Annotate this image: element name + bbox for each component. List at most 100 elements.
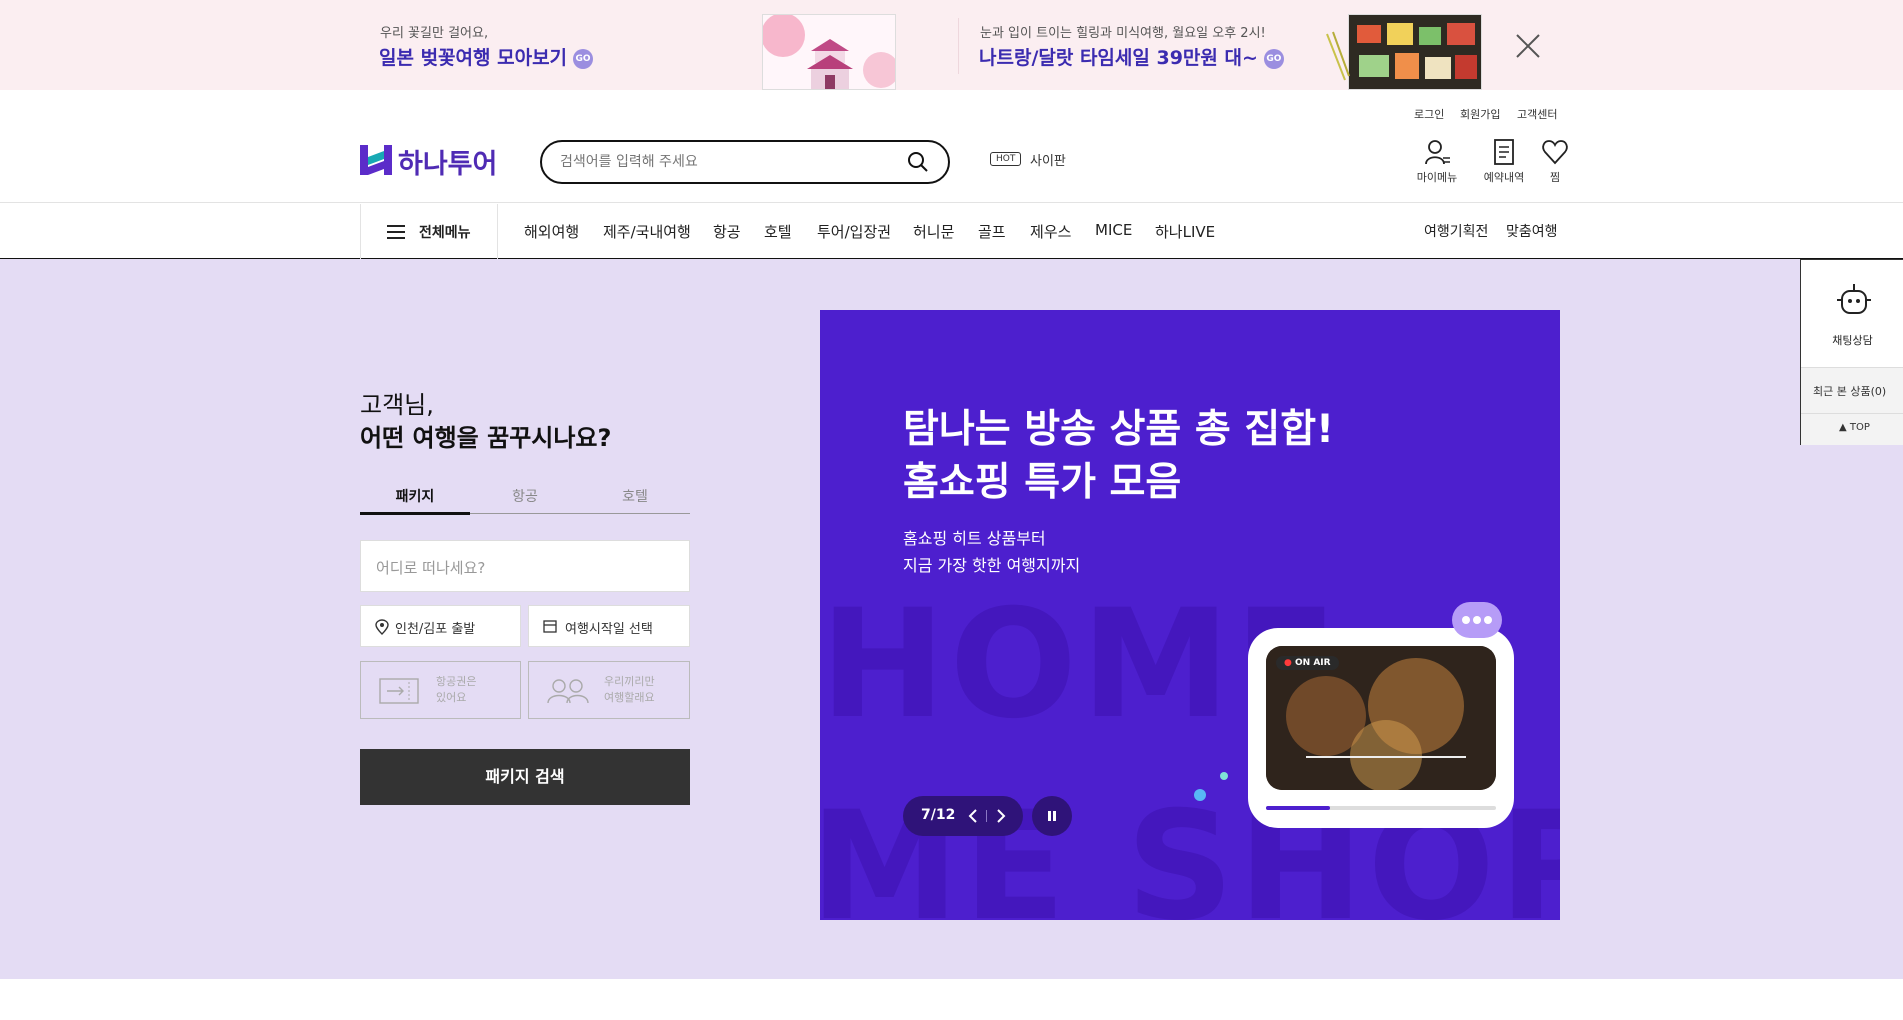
option-have-ticket[interactable]: 항공권은 있어요 — [360, 661, 521, 719]
nav-honeymoon[interactable]: 허니문 — [913, 221, 954, 242]
hero-slide[interactable]: HOME ME SHOPP 탐나는 방송 상품 총 집합! 홈쇼핑 특가 모음 … — [820, 310, 1560, 920]
nav-exhibition[interactable]: 여행기획전 — [1424, 221, 1488, 241]
leaf-decoration-icon — [1326, 31, 1350, 81]
nav-overseas[interactable]: 해외여행 — [524, 221, 579, 242]
promo-left-image[interactable] — [762, 14, 896, 90]
destination-placeholder: 어디로 떠나세요? — [376, 559, 486, 577]
calendar-icon — [543, 620, 557, 633]
nav-hana-live[interactable]: 하나LIVE — [1155, 221, 1215, 242]
login-link[interactable]: 로그인 — [1414, 106, 1444, 122]
castle-image — [763, 15, 895, 89]
option-have-ticket-label: 항공권은 있어요 — [436, 674, 476, 706]
option-private-trip-label-line1: 우리끼리만 — [604, 675, 655, 688]
wishlist-label: 찜 — [1549, 171, 1561, 184]
option-private-trip-label: 우리끼리만 여행할래요 — [604, 674, 655, 706]
all-menu-button[interactable]: 전체메뉴 — [360, 204, 498, 259]
greeting-line-2: 어떤 여행을 꿈꾸시나요? — [360, 424, 612, 452]
ticket-icon — [379, 678, 419, 704]
page-root: 우리 꽃길만 걸어요, 일본 벚꽃여행 모아보기 GO 눈과 입이 트이는 힐링과… — [0, 0, 1903, 1020]
tv-screen: ● ON AIR — [1266, 646, 1496, 790]
date-select[interactable]: 여행시작일 선택 — [528, 605, 690, 647]
nav-golf[interactable]: 골프 — [978, 221, 1006, 242]
nav-custom-travel[interactable]: 맞춤여행 — [1506, 221, 1558, 241]
chat-consult-button[interactable]: 채팅상담 — [1801, 260, 1903, 368]
promo-left-title: 일본 벚꽃여행 모아보기 — [379, 47, 568, 69]
pause-icon — [1048, 811, 1056, 821]
tv-progress-fill — [1266, 806, 1331, 810]
promo-left-link[interactable]: 일본 벚꽃여행 모아보기 GO — [379, 43, 594, 70]
departure-label: 인천/김포 출발 — [395, 622, 476, 637]
date-label: 여행시작일 선택 — [565, 622, 653, 637]
option-private-trip-label-line2: 여행할래요 — [604, 691, 655, 704]
pager-divider — [986, 810, 987, 822]
tab-air[interactable]: 항공 — [470, 486, 580, 506]
nav-mice[interactable]: MICE — [1095, 221, 1132, 239]
recent-products-button[interactable]: 최근 본 상품(0) — [1801, 368, 1903, 414]
slide-headline-1: 탐나는 방송 상품 총 집합! — [903, 407, 1334, 452]
option-private-trip[interactable]: 우리끼리만 여행할래요 — [528, 661, 690, 719]
food-image — [1349, 15, 1481, 89]
document-icon — [1494, 139, 1514, 165]
promo-right-image[interactable] — [1348, 14, 1482, 90]
search-icon[interactable] — [907, 151, 929, 173]
heart-icon — [1542, 140, 1568, 165]
promo-divider — [958, 18, 959, 74]
main-nav: 전체메뉴 해외여행 제주/국내여행 항공 호텔 투어/입장권 허니문 골프 제우… — [0, 204, 1903, 259]
destination-field[interactable]: 어디로 떠나세요? — [360, 540, 690, 592]
package-search-button[interactable]: 패키지 검색 — [360, 749, 690, 805]
pause-button[interactable] — [1032, 796, 1072, 836]
nav-jeju-domestic[interactable]: 제주/국내여행 — [603, 221, 691, 242]
pager-count: 7/12 — [921, 807, 956, 823]
tv-illustration: ● ON AIR — [1248, 628, 1514, 828]
header-search-input[interactable] — [560, 152, 890, 172]
caret-up-icon: ▲ — [1839, 422, 1847, 433]
slide-sub-2: 지금 가장 핫한 여행지까지 — [903, 556, 1081, 575]
mymenu-button[interactable]: 마이메뉴 — [1407, 138, 1467, 185]
option-have-ticket-label-line2: 있어요 — [436, 691, 467, 704]
side-widget: 채팅상담 최근 본 상품(0) ▲ TOP — [1800, 259, 1903, 445]
mymenu-label: 마이메뉴 — [1416, 171, 1458, 184]
on-air-badge: ● ON AIR — [1276, 656, 1339, 670]
departure-select[interactable]: 인천/김포 출발 — [360, 605, 521, 647]
site-header: 로그인 회원가입 고객센터 하나투어 HOT 사이판 — [0, 90, 1903, 203]
hot-keyword[interactable]: 사이판 — [1030, 150, 1066, 169]
nav-air[interactable]: 항공 — [713, 221, 741, 242]
chatbot-icon — [1837, 284, 1871, 314]
nav-hotel[interactable]: 호텔 — [764, 221, 792, 242]
promo-right-title: 나트랑/달랏 타임세일 39만원 대~ — [979, 47, 1258, 69]
chat-consult-label: 채팅상담 — [1832, 334, 1873, 347]
tab-package[interactable]: 패키지 — [360, 486, 470, 506]
promo-right-link[interactable]: 나트랑/달랏 타임세일 39만원 대~ GO — [979, 43, 1284, 70]
hot-badge: HOT — [990, 152, 1022, 166]
go-icon: GO — [1263, 48, 1284, 69]
wishlist-button[interactable]: 찜 — [1525, 138, 1585, 185]
user-icon — [1425, 140, 1450, 165]
all-menu-label: 전체메뉴 — [419, 225, 471, 241]
tab-hotel[interactable]: 호텔 — [580, 486, 690, 506]
close-icon[interactable] — [1515, 33, 1541, 59]
hamburger-icon — [387, 225, 405, 239]
logo-text: 하나투어 — [398, 149, 498, 180]
chat-bubble-icon — [1452, 602, 1502, 638]
logo-mark-icon — [360, 145, 392, 175]
top-button[interactable]: ▲ TOP — [1801, 414, 1903, 445]
go-icon: GO — [573, 48, 594, 69]
promo-left-subtitle: 우리 꽃길만 걸어요, — [380, 26, 489, 41]
slide-pager: 7/12 — [903, 796, 1023, 836]
nav-zeus[interactable]: 제우스 — [1030, 221, 1071, 242]
recent-products-label: 최근 본 상품(0) — [1813, 385, 1887, 398]
chevron-left-icon[interactable] — [967, 808, 979, 824]
option-have-ticket-label-line1: 항공권은 — [436, 675, 477, 688]
customer-center-link[interactable]: 고객센터 — [1517, 106, 1557, 122]
sparkle-icon — [1194, 772, 1228, 801]
top-label-text: TOP — [1849, 422, 1870, 433]
on-air-label: ON AIR — [1295, 658, 1331, 668]
promo-right-subtitle: 눈과 입이 트이는 힐링과 미식여행, 월요일 오후 2시! — [980, 26, 1266, 41]
location-pin-icon — [375, 619, 389, 635]
signup-link[interactable]: 회원가입 — [1460, 106, 1500, 122]
slide-sub-1: 홈쇼핑 히트 상품부터 — [903, 529, 1046, 548]
chevron-right-icon[interactable] — [995, 808, 1007, 824]
nav-tour-tickets[interactable]: 투어/입장권 — [817, 221, 891, 242]
live-dot-icon: ● — [1284, 658, 1292, 668]
greeting-line-1: 고객님, — [360, 391, 434, 419]
